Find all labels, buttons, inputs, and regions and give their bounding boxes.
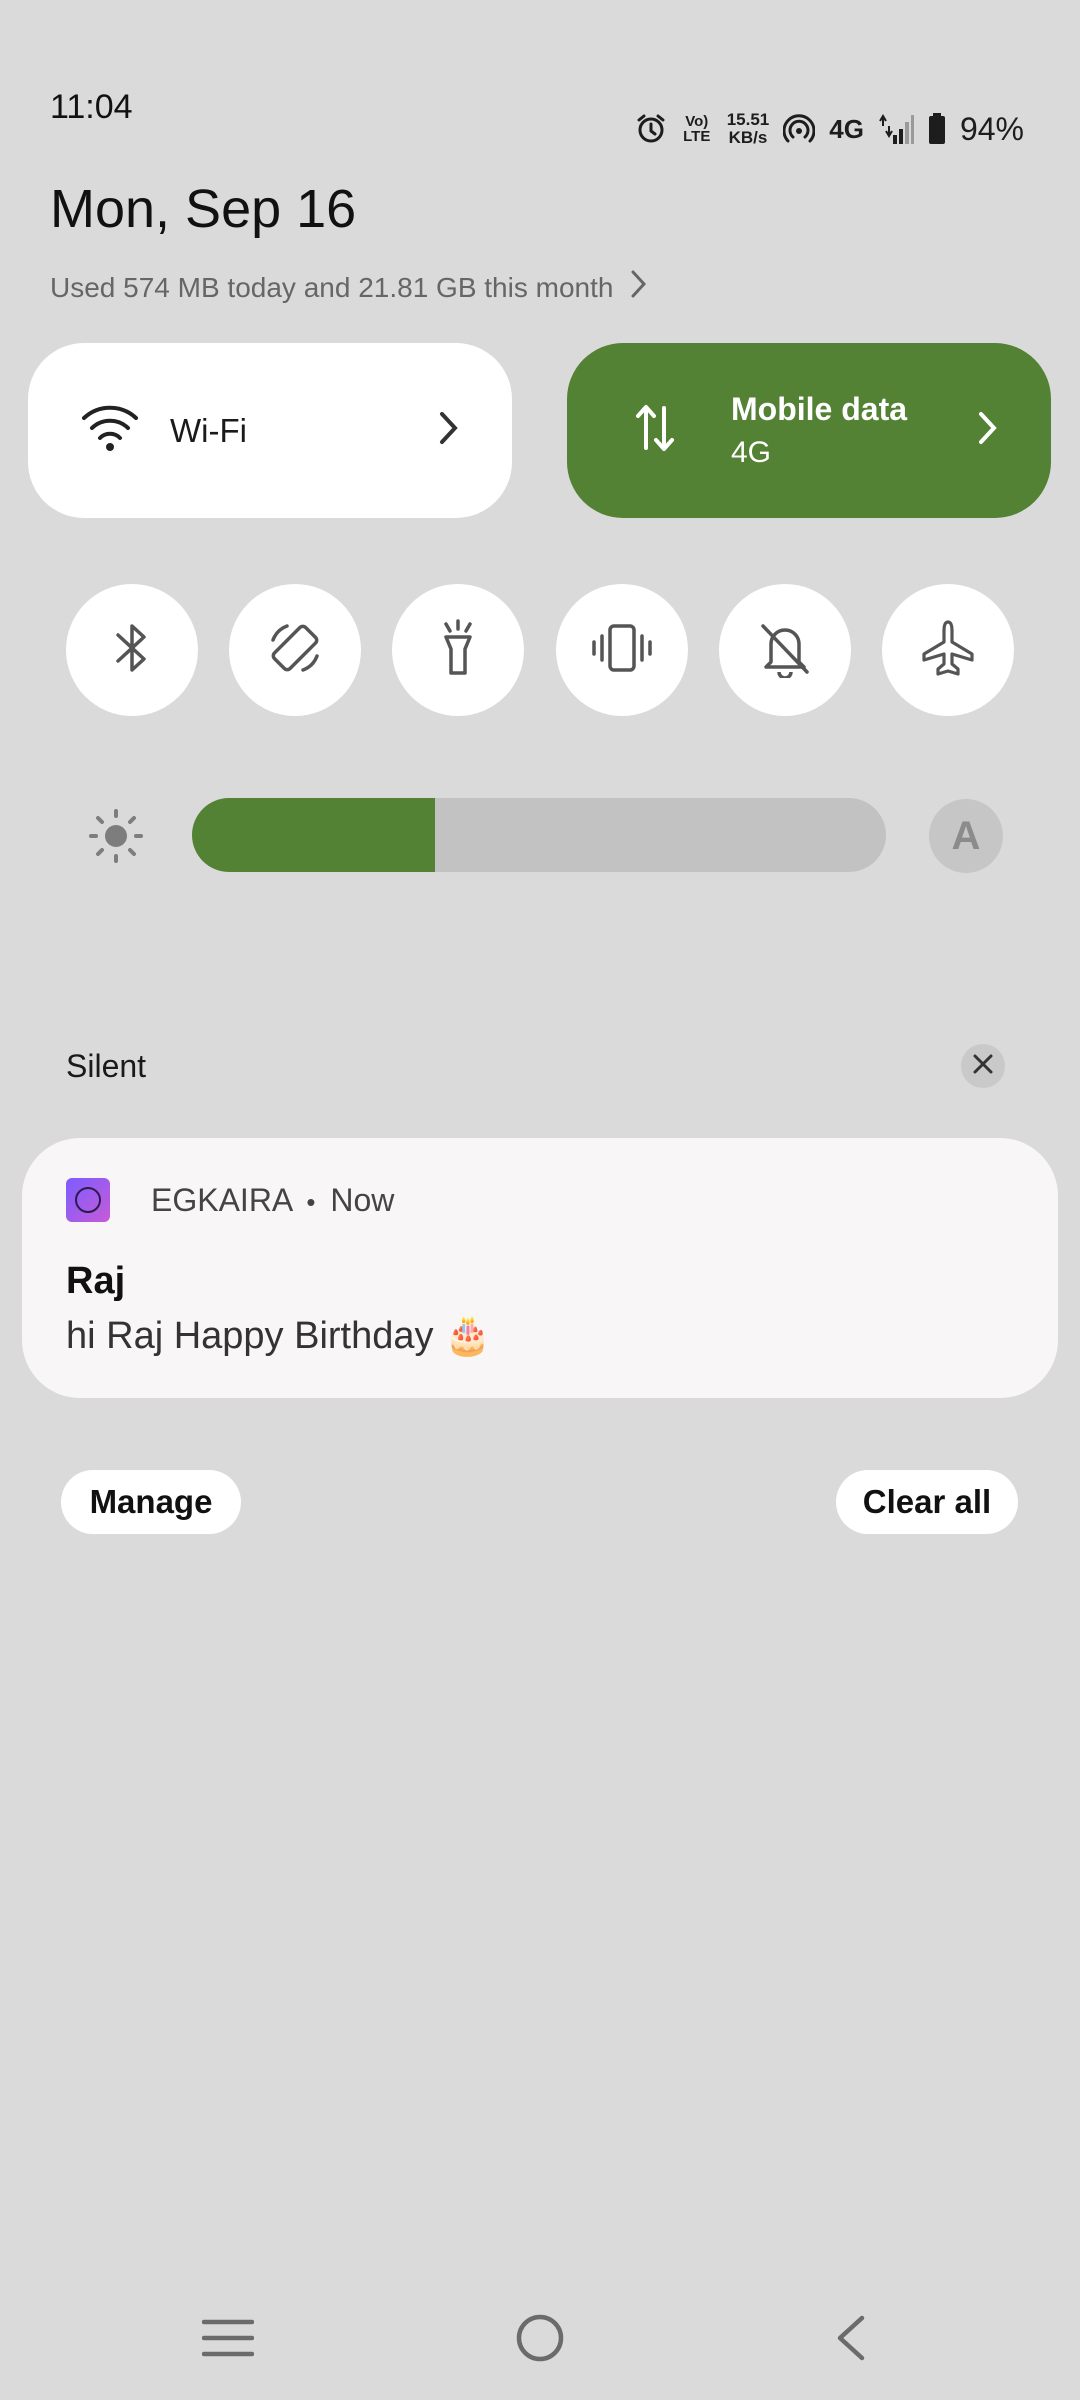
recents-button[interactable] bbox=[198, 2310, 258, 2370]
signal-icon bbox=[878, 113, 914, 145]
back-arrow-icon bbox=[832, 2314, 868, 2367]
home-button[interactable] bbox=[510, 2310, 570, 2370]
battery-percent: 94% bbox=[959, 110, 1024, 147]
mobile-data-label: Mobile data bbox=[731, 391, 908, 427]
back-button[interactable] bbox=[820, 2310, 880, 2370]
brightness-slider-fill bbox=[192, 798, 435, 872]
bluetooth-toggle[interactable] bbox=[66, 584, 198, 716]
dismiss-silent-button[interactable] bbox=[961, 1044, 1005, 1088]
menu-icon bbox=[201, 2318, 255, 2363]
volte-icon: Vo) LTE bbox=[683, 113, 711, 145]
wifi-label: Wi-Fi bbox=[170, 411, 247, 449]
notification-card[interactable]: EGKAIRA • Now Raj hi Raj Happy Birthday … bbox=[22, 1138, 1058, 1398]
notification-time: Now bbox=[330, 1182, 395, 1218]
notification-header: EGKAIRA • Now bbox=[151, 1182, 394, 1219]
hotspot-icon bbox=[783, 113, 816, 145]
do-not-disturb-icon bbox=[757, 618, 813, 683]
wifi-icon bbox=[80, 402, 140, 459]
chevron-right-icon bbox=[438, 410, 460, 451]
notification-title: Raj bbox=[66, 1260, 126, 1302]
alarm-icon bbox=[635, 113, 667, 145]
chevron-right-icon bbox=[977, 410, 999, 451]
mobile-data-tile[interactable]: Mobile data 4G bbox=[567, 343, 1051, 518]
network-speed: 15.51 KB/s bbox=[726, 110, 770, 147]
bluetooth-icon bbox=[110, 620, 154, 681]
manage-button[interactable]: Manage bbox=[61, 1470, 241, 1534]
battery-icon bbox=[928, 113, 946, 145]
flashlight-toggle[interactable] bbox=[392, 584, 525, 716]
mobile-data-network: 4G bbox=[731, 436, 772, 469]
clear-all-button[interactable]: Clear all bbox=[836, 1470, 1018, 1534]
auto-brightness-button[interactable]: A bbox=[929, 799, 1003, 873]
wifi-tile[interactable]: Wi-Fi bbox=[28, 343, 512, 518]
airplane-mode-icon bbox=[918, 618, 978, 683]
auto-rotate-toggle[interactable] bbox=[229, 584, 362, 716]
date-label: Mon, Sep 16 bbox=[50, 179, 357, 239]
data-usage-text: Used 574 MB today and 21.81 GB this mont… bbox=[50, 271, 614, 303]
notification-body: hi Raj Happy Birthday 🎂 bbox=[66, 1315, 492, 1357]
do-not-disturb-toggle[interactable] bbox=[718, 584, 851, 716]
network-type: 4G bbox=[829, 113, 864, 144]
brightness-slider[interactable] bbox=[192, 798, 886, 872]
app-name: EGKAIRA bbox=[151, 1182, 292, 1218]
brightness-icon bbox=[88, 808, 144, 869]
app-icon bbox=[66, 1178, 110, 1222]
status-time: 11:04 bbox=[50, 88, 133, 126]
airplane-mode-toggle[interactable] bbox=[881, 584, 1014, 716]
auto-rotate-icon bbox=[265, 618, 325, 683]
data-transfer-icon bbox=[635, 402, 675, 459]
flashlight-icon bbox=[434, 617, 482, 684]
close-icon bbox=[972, 1053, 994, 1080]
quick-settings-row bbox=[66, 584, 1014, 716]
vibrate-icon bbox=[590, 620, 654, 681]
data-usage-link[interactable]: Used 574 MB today and 21.81 GB this mont… bbox=[50, 268, 649, 307]
chevron-right-icon bbox=[629, 268, 649, 307]
vibrate-toggle[interactable] bbox=[555, 584, 688, 716]
status-icons: Vo) LTE 15.51 KB/s 4G 94% bbox=[635, 104, 1024, 154]
home-circle-icon bbox=[515, 2313, 565, 2368]
separator-dot: • bbox=[306, 1187, 316, 1217]
silent-section-label: Silent bbox=[66, 1048, 147, 1084]
